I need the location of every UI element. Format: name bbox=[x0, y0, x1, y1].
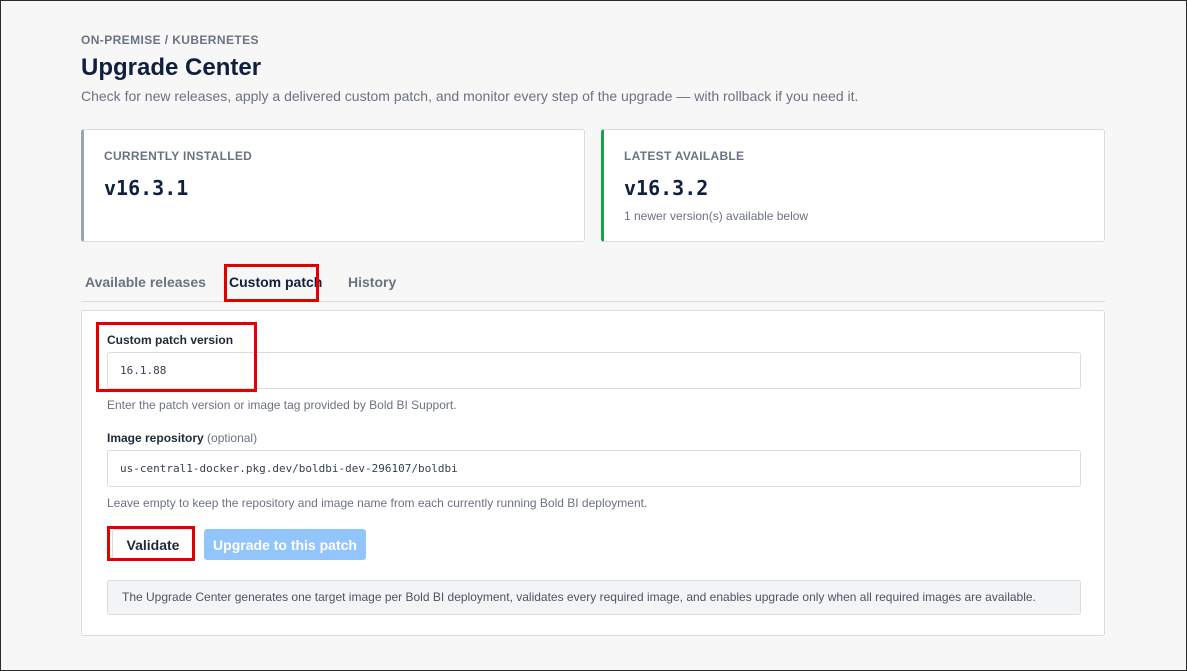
page-title: Upgrade Center bbox=[81, 54, 262, 81]
patch-version-help: Enter the patch version or image tag pro… bbox=[107, 398, 457, 412]
latest-available-card: LATEST AVAILABLE v16.3.2 1 newer version… bbox=[601, 129, 1105, 242]
tab-history[interactable]: History bbox=[348, 263, 396, 301]
tab-custom-patch[interactable]: Custom patch bbox=[229, 263, 322, 301]
patch-version-label: Custom patch version bbox=[107, 333, 234, 347]
image-repository-label-text: Image repository bbox=[107, 431, 204, 445]
latest-available-label: LATEST AVAILABLE bbox=[624, 149, 745, 163]
currently-installed-card: CURRENTLY INSTALLED v16.3.1 bbox=[81, 129, 585, 242]
upgrade-info-notice: The Upgrade Center generates one target … bbox=[107, 580, 1081, 615]
image-repository-input[interactable] bbox=[107, 450, 1081, 487]
image-repository-label: Image repository (optional) bbox=[107, 431, 257, 445]
currently-installed-label: CURRENTLY INSTALLED bbox=[104, 149, 253, 163]
custom-patch-panel: Custom patch version Enter the patch ver… bbox=[81, 310, 1105, 636]
tab-available-releases[interactable]: Available releases bbox=[85, 263, 206, 301]
newer-versions-note: 1 newer version(s) available below bbox=[624, 209, 809, 223]
currently-installed-version: v16.3.1 bbox=[104, 176, 189, 200]
app-window: ON-PREMISE / KUBERNETES Upgrade Center C… bbox=[0, 0, 1187, 671]
validate-button[interactable]: Validate bbox=[112, 529, 194, 560]
optional-tag: (optional) bbox=[207, 431, 258, 445]
upgrade-tabs: Available releases Custom patch History bbox=[81, 263, 1105, 302]
page-subtitle: Check for new releases, apply a delivere… bbox=[81, 88, 859, 104]
upgrade-to-patch-button[interactable]: Upgrade to this patch bbox=[204, 529, 366, 560]
image-repository-help: Leave empty to keep the repository and i… bbox=[107, 496, 648, 510]
patch-version-input[interactable] bbox=[107, 352, 1081, 389]
breadcrumb: ON-PREMISE / KUBERNETES bbox=[81, 33, 259, 47]
latest-available-version: v16.3.2 bbox=[624, 176, 709, 200]
